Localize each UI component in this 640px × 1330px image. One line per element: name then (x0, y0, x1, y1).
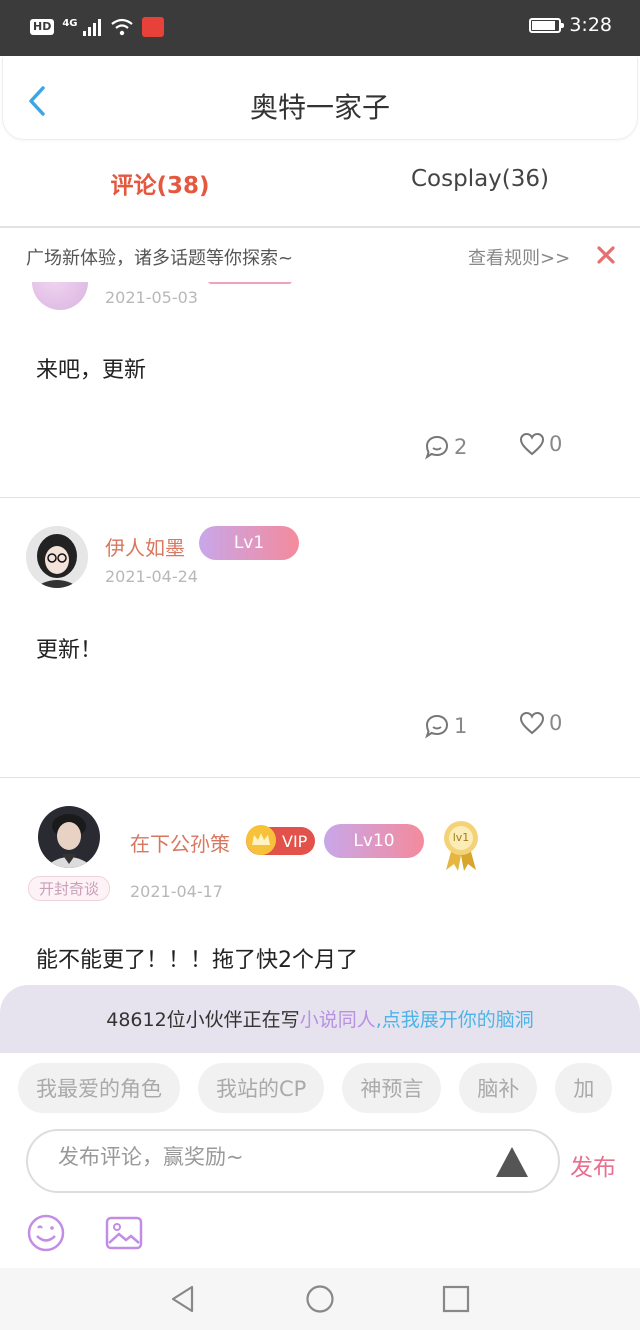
crown-icon (246, 825, 276, 855)
like-button[interactable]: 0 (519, 711, 562, 735)
battery-level-fill (532, 20, 556, 30)
status-right-icons: 3:28 (529, 14, 612, 36)
emoji-icon (27, 1214, 65, 1252)
medal-badge: lv1 (440, 818, 482, 872)
comment-count: 2 (454, 435, 468, 459)
topic-chip[interactable]: 我最爱的角色 (18, 1063, 180, 1113)
close-icon (597, 246, 615, 264)
avatar-image (26, 526, 88, 588)
topic-chip[interactable]: 加 (555, 1063, 613, 1113)
topic-chip[interactable]: 我站的CP (198, 1063, 325, 1113)
heart-icon (519, 711, 545, 735)
post-date: 2021-05-03 (105, 288, 198, 307)
notice-close-button[interactable] (594, 243, 618, 267)
post-content: 能不能更了！！！拖了快2个月了 (36, 948, 358, 973)
username[interactable]: 在下公孙策 (130, 828, 230, 857)
comment-feed[interactable]: 2021-05-03 来吧，更新 2 0 伊人如墨 Lv1 2021-04-24… (0, 230, 640, 990)
invite-highlight-cta: ,点我展开你的脑洞 (375, 1009, 534, 1031)
comment-count: 1 (454, 714, 468, 738)
comment-composer: 我最爱的角色 我站的CP 神预言 脑补 加 发布 (0, 1053, 640, 1268)
comment-count-button[interactable]: 1 (424, 713, 467, 739)
like-count: 0 (549, 432, 563, 456)
send-triangle-icon[interactable] (496, 1147, 528, 1177)
top-header: 奥特一家子 (2, 58, 638, 140)
wifi-icon (110, 18, 133, 36)
level-badge: Lv1 (199, 526, 299, 560)
comment-input-wrapper (26, 1129, 560, 1193)
comment-count-button[interactable]: 2 (424, 434, 467, 460)
invite-prefix: 48612位小伙伴正在写 (106, 1009, 300, 1031)
topic-chip[interactable]: 脑补 (459, 1063, 538, 1113)
user-tag: 开封奇谈 (28, 876, 111, 901)
battery-icon (529, 17, 565, 33)
avatar[interactable] (38, 806, 100, 868)
tab-bar: 评论(38) Cosplay(36) (0, 140, 640, 228)
post-content: 更新！ (36, 638, 103, 663)
topic-chip[interactable]: 神预言 (342, 1063, 442, 1113)
emoji-button[interactable] (26, 1213, 66, 1253)
image-icon (105, 1216, 143, 1250)
invite-banner[interactable]: 48612位小伙伴正在写小说同人,点我展开你的脑洞 (0, 985, 640, 1053)
image-upload-button[interactable] (104, 1213, 144, 1253)
tab-comments[interactable]: 评论(38) (0, 166, 320, 200)
vip-badge: VIP (246, 825, 316, 855)
post-content: 来吧，更新 (36, 358, 147, 383)
comment-bubble-icon (425, 714, 449, 739)
network-type: 4G (62, 17, 78, 29)
notice-text: 广场新体验，诸多话题等你探索~ (26, 248, 294, 269)
comment-post: 伊人如墨 Lv1 2021-04-24 更新！ 1 0 (0, 498, 640, 778)
medal-icon (444, 821, 478, 871)
page-title: 奥特一家子 (249, 91, 390, 124)
like-count: 0 (549, 711, 563, 735)
avatar-image (38, 806, 100, 868)
level-badge: Lv10 (324, 824, 424, 858)
nav-home-button[interactable] (305, 1284, 335, 1314)
comment-bubble-icon (425, 435, 449, 460)
invite-highlight-genre: 小说同人 (299, 1009, 376, 1031)
status-bar: HD 4G 3:28 (0, 0, 640, 56)
view-rules-link[interactable]: 查看规则>> (468, 244, 570, 270)
triangle-back-icon (171, 1285, 194, 1313)
tab-cosplay[interactable]: Cosplay(36) (320, 166, 640, 192)
comment-input[interactable] (58, 1145, 478, 1169)
signal-icon (82, 19, 101, 36)
comment-post: 开封奇谈 在下公孙策 VIP Lv10 lv1 2021-04-17 能不能更了… (0, 778, 640, 990)
nav-back-button[interactable] (168, 1284, 198, 1314)
like-button[interactable]: 0 (519, 432, 562, 456)
publish-button[interactable]: 发布 (570, 1148, 616, 1182)
hd-indicator: HD (30, 19, 55, 35)
avatar[interactable] (26, 526, 88, 588)
post-date: 2021-04-17 (130, 882, 223, 901)
app-notification-icon (141, 17, 164, 37)
status-left-icons: HD 4G (30, 17, 164, 37)
system-nav-bar (0, 1268, 640, 1330)
nav-recents-button[interactable] (441, 1284, 471, 1314)
status-time: 3:28 (569, 14, 612, 36)
username[interactable]: 伊人如墨 (105, 532, 185, 561)
heart-icon (519, 432, 545, 456)
post-date: 2021-04-24 (105, 567, 198, 586)
comment-post: 2021-05-03 来吧，更新 2 0 (0, 248, 640, 498)
notice-bar: 广场新体验，诸多话题等你探索~ 查看规则>> (0, 230, 640, 282)
circle-home-icon (306, 1285, 334, 1313)
topic-chips: 我最爱的角色 我站的CP 神预言 脑补 加 (18, 1063, 613, 1113)
square-recents-icon (442, 1285, 470, 1313)
vip-label: VIP (282, 831, 308, 851)
medal-label: lv1 (452, 831, 470, 844)
